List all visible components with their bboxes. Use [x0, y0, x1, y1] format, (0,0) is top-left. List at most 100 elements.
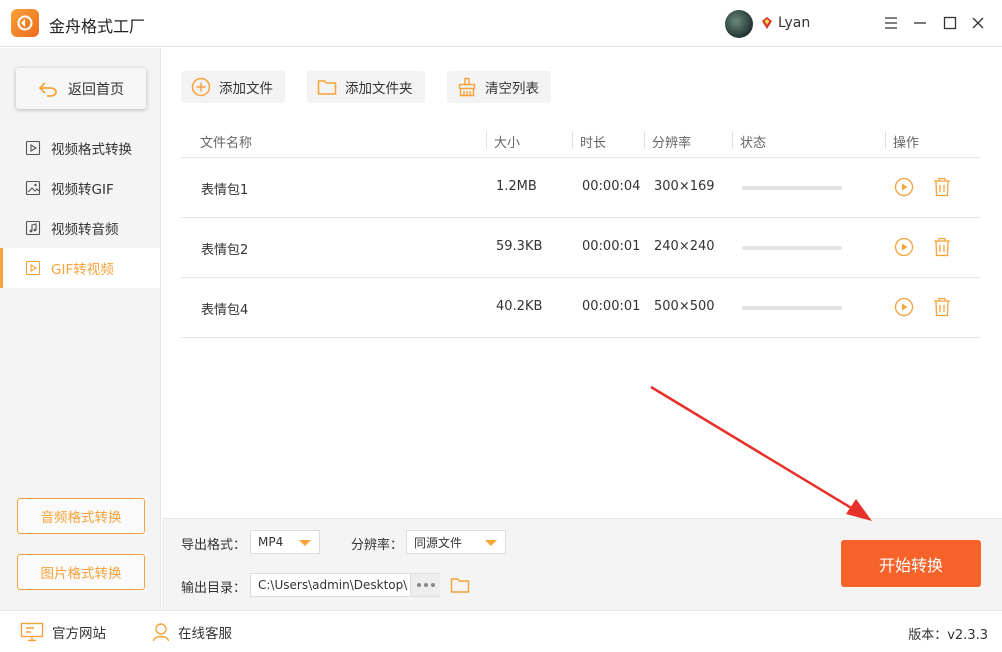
delete-button[interactable] — [932, 297, 952, 317]
play-circle-icon — [894, 177, 914, 197]
format-label: 导出格式： — [181, 538, 247, 553]
header-size: 大小 — [494, 136, 521, 151]
title-bar: 金舟格式工厂 Lyan — [0, 0, 1002, 47]
file-resolution: 300×169 — [654, 179, 715, 194]
play-button[interactable] — [894, 297, 914, 317]
clear-list-label: 清空列表 — [485, 81, 539, 97]
delete-button[interactable] — [932, 237, 952, 257]
file-name: 表情包1 — [201, 183, 249, 198]
format-select[interactable]: MP4 — [250, 530, 320, 554]
audio-format-button[interactable]: 音频格式转换 — [17, 498, 145, 534]
output-path-value: C:\Users\admin\Desktop\ — [258, 578, 408, 592]
file-duration: 00:00:04 — [582, 179, 641, 194]
resolution-value: 同源文件 — [414, 535, 463, 550]
sidebar-item-label: 视频格式转换 — [51, 142, 132, 158]
header-actions: 操作 — [893, 136, 920, 151]
header-resolution: 分辨率 — [652, 136, 692, 151]
online-support-link[interactable]: 在线客服 — [152, 622, 232, 642]
app-logo-icon — [11, 9, 39, 37]
trash-icon — [934, 297, 950, 317]
header-name: 文件名称 — [200, 136, 253, 151]
play-circle-icon — [894, 237, 914, 257]
back-home-label: 返回首页 — [68, 81, 124, 98]
sidebar-item-video-to-gif[interactable]: 视频转GIF — [0, 168, 160, 208]
user-avatar[interactable] — [725, 10, 753, 38]
file-name: 表情包4 — [201, 303, 249, 318]
file-resolution: 500×500 — [654, 299, 715, 314]
image-format-button[interactable]: 图片格式转换 — [17, 554, 145, 590]
app-title: 金舟格式工厂 — [49, 17, 146, 36]
version-text: 版本：v2.3.3 — [908, 628, 988, 643]
table-row[interactable]: 表情包4 40.2KB 00:00:01 500×500 — [181, 278, 981, 338]
add-file-label: 添加文件 — [219, 81, 273, 97]
audio-file-icon — [25, 220, 41, 236]
support-agent-icon — [152, 623, 170, 642]
website-label: 官方网站 — [52, 626, 106, 642]
close-icon[interactable] — [968, 13, 988, 33]
minimize-icon[interactable] — [910, 13, 930, 33]
resolution-select[interactable]: 同源文件 — [406, 530, 506, 554]
back-arrow-icon — [38, 81, 57, 97]
header-duration: 时长 — [580, 136, 607, 151]
status-bar: 官方网站 在线客服 版本：v2.3.3 — [0, 610, 1002, 652]
image-file-icon — [25, 180, 41, 196]
file-name: 表情包2 — [201, 243, 249, 258]
trash-icon — [934, 237, 950, 257]
output-dir-label: 输出目录： — [181, 581, 247, 596]
start-convert-button[interactable]: 开始转换 — [841, 540, 981, 587]
header-divider — [885, 131, 886, 149]
file-size: 1.2MB — [496, 179, 537, 194]
folder-icon — [317, 80, 337, 95]
file-duration: 00:00:01 — [582, 299, 641, 314]
file-duration: 00:00:01 — [582, 239, 641, 254]
resolution-label: 分辨率： — [351, 538, 404, 553]
file-size: 59.3KB — [496, 239, 543, 254]
header-divider — [486, 131, 487, 149]
play-circle-icon — [894, 297, 914, 317]
header-status: 状态 — [740, 136, 767, 151]
broom-icon — [458, 77, 476, 97]
header-divider — [644, 131, 645, 149]
file-table: 文件名称 大小 时长 分辨率 状态 操作 表情包1 1.2MB 00:00:04… — [181, 122, 981, 338]
format-value: MP4 — [258, 535, 284, 549]
play-button[interactable] — [894, 177, 914, 197]
plus-circle-icon — [191, 77, 211, 97]
sidebar-item-gif-to-video[interactable]: GIF转视频 — [0, 248, 160, 288]
header-divider — [572, 131, 573, 149]
browse-button[interactable] — [410, 574, 440, 596]
file-size: 40.2KB — [496, 299, 543, 314]
play-button[interactable] — [894, 237, 914, 257]
menu-icon[interactable] — [881, 13, 901, 33]
username[interactable]: Lyan — [778, 15, 810, 31]
progress-bar — [742, 186, 842, 190]
clear-list-button[interactable]: 清空列表 — [447, 71, 551, 103]
delete-button[interactable] — [932, 177, 952, 197]
output-settings-panel: 导出格式： MP4 分辨率： 同源文件 输出目录： C:\Users\admin… — [162, 518, 1002, 610]
maximize-icon[interactable] — [940, 13, 960, 33]
header-divider — [732, 131, 733, 149]
add-folder-button[interactable]: 添加文件夹 — [307, 71, 425, 103]
table-header: 文件名称 大小 时长 分辨率 状态 操作 — [181, 122, 981, 158]
sidebar-item-video-format[interactable]: 视频格式转换 — [0, 128, 160, 168]
chevron-down-icon — [485, 540, 497, 546]
table-row[interactable]: 表情包1 1.2MB 00:00:04 300×169 — [181, 158, 981, 218]
support-label: 在线客服 — [178, 626, 232, 642]
sidebar-item-label: 视频转音频 — [51, 222, 119, 238]
sidebar-item-label: 视频转GIF — [51, 182, 114, 198]
video-file-icon — [25, 260, 41, 276]
video-file-icon — [25, 140, 41, 156]
sidebar-item-label: GIF转视频 — [51, 262, 114, 278]
open-folder-icon[interactable] — [450, 576, 470, 594]
progress-bar — [742, 306, 842, 310]
official-website-link[interactable]: 官方网站 — [20, 622, 106, 642]
back-home-button[interactable]: 返回首页 — [16, 68, 146, 109]
vip-diamond-icon — [762, 17, 772, 29]
table-row[interactable]: 表情包2 59.3KB 00:00:01 240×240 — [181, 218, 981, 278]
sidebar: 返回首页 视频格式转换 视频转GIF 视频转音频 GIF转视频 音频格式转换 图… — [0, 48, 161, 610]
monitor-icon — [20, 622, 44, 642]
chevron-down-icon — [299, 540, 311, 546]
add-file-button[interactable]: 添加文件 — [181, 71, 285, 103]
add-folder-label: 添加文件夹 — [345, 81, 413, 97]
sidebar-item-video-to-audio[interactable]: 视频转音频 — [0, 208, 160, 248]
file-resolution: 240×240 — [654, 239, 715, 254]
